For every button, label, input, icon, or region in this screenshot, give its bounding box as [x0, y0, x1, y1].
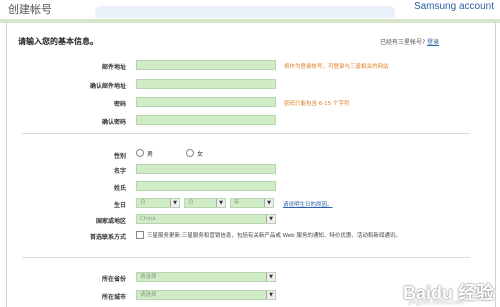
birthday-reason-link[interactable]: 请说明生日的原因。: [283, 200, 333, 208]
contact-checkbox[interactable]: [136, 231, 144, 239]
birthday-day-select[interactable]: 日 ▼: [136, 198, 180, 208]
baidu-watermark-url: jingyan.baidu.com: [408, 299, 464, 306]
last-name-label: 姓氏: [113, 185, 126, 192]
page-header: 创建帐号 Samsung account: [0, 0, 500, 20]
contact-label: 首选联系方式: [89, 234, 126, 241]
email-field[interactable]: [136, 60, 276, 70]
chevron-down-icon: ▼: [266, 273, 275, 281]
country-label: 国家或地区: [95, 218, 126, 225]
birthday-month-value: 月: [188, 200, 194, 206]
birthday-month-select[interactable]: 月 ▼: [184, 198, 226, 208]
password-hint: 密码只能包含 6-15 个字符: [284, 101, 350, 107]
gender-female-label: 女: [197, 151, 204, 158]
password-field[interactable]: [136, 97, 276, 107]
section-title: 请输入您的基本信息。: [18, 37, 98, 46]
confirm-password-field[interactable]: [136, 115, 276, 125]
last-name-field[interactable]: [136, 181, 276, 191]
chevron-down-icon: ▼: [266, 291, 275, 299]
birthday-label: 生日: [113, 202, 126, 209]
confirm-password-label: 确认密码: [101, 119, 126, 126]
chevron-down-icon: ▼: [264, 199, 273, 207]
brand-label: Samsung account: [413, 1, 494, 12]
city-select[interactable]: 请选择 ▼: [136, 290, 276, 300]
contact-description: 三星服务更新:三星服务和营销信息，包括有关新产品或 Web 服务的通知、特价优惠…: [147, 233, 401, 239]
login-link[interactable]: 登录: [427, 39, 439, 46]
chevron-down-icon: ▼: [266, 215, 275, 223]
confirm-email-label: 确认邮件地址: [89, 83, 126, 90]
login-prompt: 已经有三星帐号?: [380, 39, 426, 46]
password-label: 密码: [113, 101, 126, 108]
confirm-email-field[interactable]: [136, 79, 276, 89]
chevron-down-icon: ▼: [170, 199, 179, 207]
email-hint: 将作为登录帐号，可登录与三星相关的网站: [284, 64, 389, 70]
city-value: 请选择: [140, 292, 157, 298]
header-tab-strip: [95, 6, 395, 18]
province-select[interactable]: 请选择 ▼: [136, 272, 276, 282]
gender-male-radio[interactable]: [136, 149, 144, 157]
email-label: 邮件地址: [101, 64, 126, 71]
section-divider: [22, 257, 470, 258]
login-hint: 已经有三星帐号? 登录: [380, 37, 439, 46]
province-value: 请选择: [140, 274, 157, 280]
country-value: China: [140, 216, 156, 222]
birthday-day-value: 日: [140, 200, 146, 206]
gender-label: 性别: [113, 153, 126, 160]
birthday-year-select[interactable]: 年 ▼: [230, 198, 274, 208]
birthday-year-value: 年: [234, 200, 240, 206]
country-select[interactable]: China ▼: [136, 214, 276, 224]
city-label: 所在城市: [101, 294, 126, 301]
gender-male-label: 男: [147, 151, 154, 158]
chevron-down-icon: ▼: [216, 199, 225, 207]
page-title: 创建帐号: [8, 3, 52, 16]
first-name-field[interactable]: [136, 164, 276, 174]
gender-female-radio[interactable]: [186, 149, 194, 157]
first-name-label: 名字: [113, 168, 126, 175]
province-label: 所在省份: [101, 276, 126, 283]
section-divider: [22, 133, 470, 134]
